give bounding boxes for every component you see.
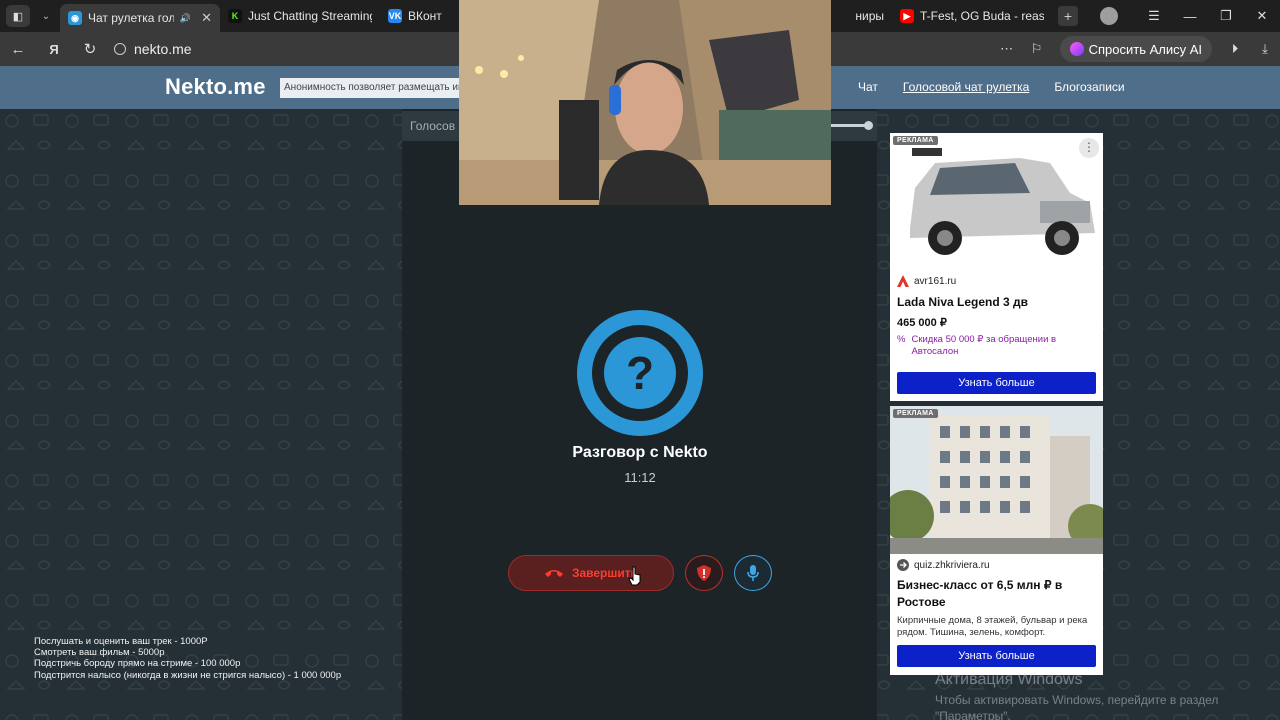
profile-avatar[interactable] (1100, 7, 1118, 25)
back-icon[interactable]: ← (0, 41, 36, 58)
ad-card-car[interactable]: РЕКЛАМА ⋮ avr161.ru Lada Niva Legend 3 д… (890, 133, 1103, 401)
ask-alice-button[interactable]: Спросить Алису AI (1059, 36, 1212, 62)
anonymity-notice: Анонимность позволяет размещать инф (280, 78, 460, 98)
site-logo[interactable]: Nekto.me (165, 74, 266, 100)
tab-vk[interactable]: VK ВКонтакт (380, 3, 450, 29)
arrow-circle-icon (897, 559, 909, 571)
tab-title: Чат рулетка голосо (88, 11, 174, 25)
volume-slider-handle[interactable] (864, 121, 873, 130)
tab-kick[interactable]: K Just Chatting Streaming (220, 3, 380, 29)
alice-label: Спросить Алису AI (1088, 41, 1202, 57)
nekto-favicon-icon: ◉ (68, 11, 82, 25)
youtube-favicon-icon: ▶ (900, 9, 914, 23)
hand-cursor-icon (628, 566, 641, 586)
learn-more-button[interactable]: Узнать больше (897, 645, 1096, 667)
close-window-icon[interactable]: ✕ (1244, 8, 1280, 24)
chat-bar-label: Голосов (410, 119, 456, 133)
site-info-icon[interactable] (114, 43, 126, 55)
vk-favicon-icon: VK (388, 9, 402, 23)
ad-domain-text: quiz.zhkriviera.ru (914, 559, 990, 571)
ad-label: РЕКЛАМА (893, 136, 938, 145)
tab-nekto[interactable]: ◉ Чат рулетка голосо 🔊 ✕ (60, 4, 220, 32)
sidebar-toggle-icon[interactable]: ◧ (6, 5, 30, 27)
ad-description: Кирпичные дома, 8 этажей, бульвар и река… (897, 615, 1088, 638)
tab-list-chevron-icon[interactable]: ⌄ (34, 5, 58, 27)
download-icon[interactable]: ⤓ (1250, 41, 1280, 57)
ad-title[interactable]: Бизнес-класс от 6,5 млн ₽ в Ростове (897, 577, 1097, 611)
yandex-icon[interactable]: Я (36, 42, 72, 57)
ad-promo: % Скидка 50 000 ₽ за обращении в Автосал… (897, 334, 1097, 358)
shield-alert-icon (697, 565, 711, 581)
tab-title: T-Fest, OG Buda - reason (920, 9, 1044, 23)
url-text: nekto.me (134, 41, 192, 57)
ad-domain[interactable]: quiz.zhkriviera.ru (897, 559, 990, 571)
price-item: Послушать и оценить ваш трек - 1000Р (34, 636, 208, 647)
microphone-button[interactable] (734, 555, 772, 591)
reload-icon[interactable]: ↻ (72, 40, 108, 58)
question-mark-icon: ? (604, 337, 676, 409)
bookmark-icon[interactable]: ⚐ (1022, 41, 1052, 57)
tab-title: ниры (855, 9, 884, 23)
ad-domain-text: avr161.ru (914, 275, 957, 287)
tab-title: Just Chatting Streaming (248, 9, 372, 23)
menu-icon[interactable]: ☰ (1136, 8, 1172, 24)
end-call-button[interactable]: Завершить (508, 555, 674, 591)
speaker-icon[interactable]: 🔊 (180, 13, 191, 24)
car-image[interactable] (890, 133, 1103, 271)
minimize-icon[interactable]: — (1172, 9, 1208, 24)
partner-avatar: ? (577, 310, 703, 436)
call-timer: 11:12 (624, 470, 656, 485)
ad-menu-icon[interactable]: ⋮ (1079, 138, 1099, 158)
close-icon[interactable]: ✕ (201, 10, 212, 26)
ad-promo-text: Скидка 50 000 ₽ за обращении в Автосалон (911, 334, 1057, 357)
price-item: Подстрится налысо (никогда в жизни не ст… (34, 669, 342, 681)
alice-icon (1069, 42, 1084, 56)
kick-favicon-icon: K (228, 9, 242, 23)
ad-title[interactable]: Lada Niva Legend 3 дв (897, 294, 1097, 311)
microphone-icon (747, 565, 759, 581)
nav-chat[interactable]: Чат (858, 80, 878, 94)
percent-icon: % (897, 334, 906, 345)
ad-domain[interactable]: avr161.ru (897, 275, 956, 287)
building-image[interactable] (890, 406, 1103, 554)
media-icon[interactable]: ⏵ (1220, 41, 1250, 57)
tab-youtube[interactable]: ▶ T-Fest, OG Buda - reason (892, 3, 1052, 29)
new-tab-button[interactable]: + (1058, 6, 1078, 26)
volume-slider-track[interactable] (827, 124, 867, 127)
nav-voice-roulette[interactable]: Голосовой чат рулетка (903, 80, 1029, 94)
site-nav: Чат Голосовой чат рулетка Блогозаписи (858, 80, 1125, 94)
maximize-icon[interactable]: ❐ (1208, 8, 1244, 24)
nav-blog[interactable]: Блогозаписи (1054, 80, 1124, 94)
report-button[interactable] (685, 555, 723, 591)
price-item: Смотреть ваш фильм - 5000р (34, 647, 165, 659)
brand-triangle-icon (897, 275, 909, 287)
activation-subtitle: Чтобы активировать Windows, перейдите в … (935, 693, 1219, 720)
ad-card-realty[interactable]: РЕКЛАМА quiz.zhkriviera.ru Бизнес-класс … (890, 406, 1103, 675)
more-icon[interactable]: ⋯ (992, 41, 1022, 57)
ad-price: 465 000 ₽ (897, 317, 947, 329)
hangup-phone-icon (544, 570, 563, 577)
partner-name: Разговор с Nekto (572, 444, 708, 461)
windows-activation-watermark: Активация Windows Чтобы активировать Win… (935, 671, 1280, 720)
price-item: Подстричь бороду прямо на стриме - 100 0… (34, 658, 241, 670)
tab-title: ВКонтакт (408, 9, 442, 23)
stream-price-list: Послушать и оценить ваш трек - 1000Р Смо… (34, 636, 341, 681)
streamer-webcam (459, 0, 831, 205)
learn-more-button[interactable]: Узнать больше (897, 372, 1096, 394)
ad-label: РЕКЛАМА (893, 409, 938, 418)
activation-title: Активация Windows (935, 671, 1083, 688)
